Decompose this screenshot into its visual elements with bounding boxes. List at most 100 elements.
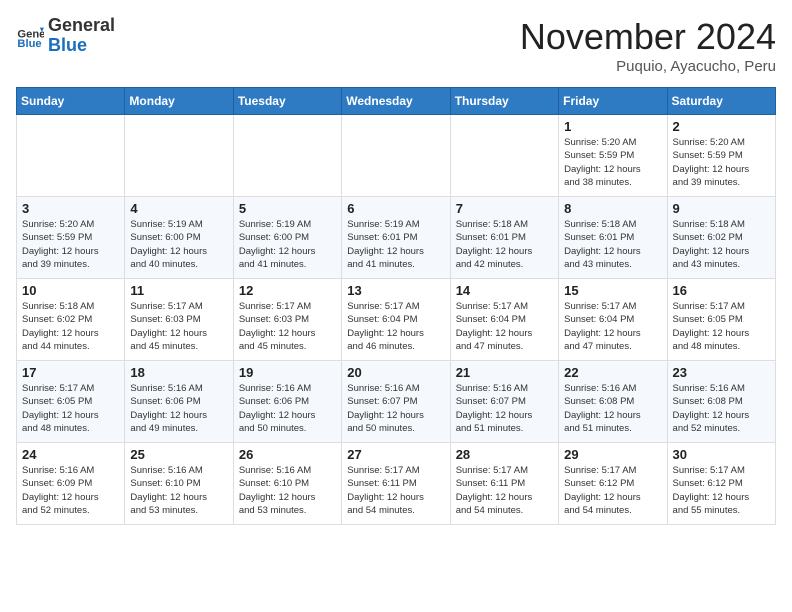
day-info: Sunrise: 5:17 AM Sunset: 6:05 PM Dayligh…	[673, 300, 770, 353]
day-cell: 11 Sunrise: 5:17 AM Sunset: 6:03 PM Dayli…	[125, 279, 233, 361]
weekday-header-monday: Monday	[125, 88, 233, 115]
day-number: 15	[564, 283, 661, 298]
day-info: Sunrise: 5:20 AM Sunset: 5:59 PM Dayligh…	[22, 218, 119, 271]
day-number: 25	[130, 447, 227, 462]
day-cell: 25 Sunrise: 5:16 AM Sunset: 6:10 PM Dayli…	[125, 443, 233, 525]
day-number: 13	[347, 283, 444, 298]
day-number: 6	[347, 201, 444, 216]
day-cell: 15 Sunrise: 5:17 AM Sunset: 6:04 PM Dayli…	[559, 279, 667, 361]
day-info: Sunrise: 5:20 AM Sunset: 5:59 PM Dayligh…	[564, 136, 661, 189]
location-subtitle: Puquio, Ayacucho, Peru	[520, 58, 776, 75]
day-info: Sunrise: 5:17 AM Sunset: 6:12 PM Dayligh…	[673, 464, 770, 517]
day-info: Sunrise: 5:20 AM Sunset: 5:59 PM Dayligh…	[673, 136, 770, 189]
day-cell: 19 Sunrise: 5:16 AM Sunset: 6:06 PM Dayli…	[233, 361, 341, 443]
day-cell: 27 Sunrise: 5:17 AM Sunset: 6:11 PM Dayli…	[342, 443, 450, 525]
day-number: 20	[347, 365, 444, 380]
day-info: Sunrise: 5:18 AM Sunset: 6:01 PM Dayligh…	[564, 218, 661, 271]
day-cell: 14 Sunrise: 5:17 AM Sunset: 6:04 PM Dayli…	[450, 279, 558, 361]
day-info: Sunrise: 5:16 AM Sunset: 6:10 PM Dayligh…	[130, 464, 227, 517]
day-cell	[125, 115, 233, 197]
day-number: 2	[673, 119, 770, 134]
day-number: 14	[456, 283, 553, 298]
day-cell: 7Sunrise: 5:18 AM Sunset: 6:01 PM Daylig…	[450, 197, 558, 279]
day-number: 9	[673, 201, 770, 216]
weekday-header-tuesday: Tuesday	[233, 88, 341, 115]
day-cell: 4 Sunrise: 5:19 AM Sunset: 6:00 PM Daylig…	[125, 197, 233, 279]
day-info: Sunrise: 5:18 AM Sunset: 6:02 PM Dayligh…	[22, 300, 119, 353]
week-row-5: 24 Sunrise: 5:16 AM Sunset: 6:09 PM Dayli…	[17, 443, 776, 525]
day-number: 3	[22, 201, 119, 216]
svg-text:Blue: Blue	[17, 38, 41, 50]
day-cell: 24 Sunrise: 5:16 AM Sunset: 6:09 PM Dayli…	[17, 443, 125, 525]
day-info: Sunrise: 5:16 AM Sunset: 6:07 PM Dayligh…	[347, 382, 444, 435]
day-info: Sunrise: 5:16 AM Sunset: 6:09 PM Dayligh…	[22, 464, 119, 517]
day-number: 8	[564, 201, 661, 216]
day-info: Sunrise: 5:17 AM Sunset: 6:11 PM Dayligh…	[456, 464, 553, 517]
day-info: Sunrise: 5:17 AM Sunset: 6:03 PM Dayligh…	[130, 300, 227, 353]
day-number: 19	[239, 365, 336, 380]
day-info: Sunrise: 5:16 AM Sunset: 6:10 PM Dayligh…	[239, 464, 336, 517]
month-title: November 2024	[520, 16, 776, 58]
day-cell: 5Sunrise: 5:19 AM Sunset: 6:00 PM Daylig…	[233, 197, 341, 279]
day-cell: 29Sunrise: 5:17 AM Sunset: 6:12 PM Dayli…	[559, 443, 667, 525]
day-cell: 2 Sunrise: 5:20 AM Sunset: 5:59 PM Daylig…	[667, 115, 775, 197]
day-info: Sunrise: 5:17 AM Sunset: 6:05 PM Dayligh…	[22, 382, 119, 435]
day-info: Sunrise: 5:17 AM Sunset: 6:03 PM Dayligh…	[239, 300, 336, 353]
day-info: Sunrise: 5:16 AM Sunset: 6:06 PM Dayligh…	[130, 382, 227, 435]
weekday-header-friday: Friday	[559, 88, 667, 115]
day-cell: 6 Sunrise: 5:19 AM Sunset: 6:01 PM Daylig…	[342, 197, 450, 279]
weekday-header-sunday: Sunday	[17, 88, 125, 115]
day-number: 27	[347, 447, 444, 462]
week-row-4: 17 Sunrise: 5:17 AM Sunset: 6:05 PM Dayli…	[17, 361, 776, 443]
weekday-header-row: SundayMondayTuesdayWednesdayThursdayFrid…	[17, 88, 776, 115]
day-info: Sunrise: 5:16 AM Sunset: 6:06 PM Dayligh…	[239, 382, 336, 435]
week-row-3: 10Sunrise: 5:18 AM Sunset: 6:02 PM Dayli…	[17, 279, 776, 361]
day-cell: 12Sunrise: 5:17 AM Sunset: 6:03 PM Dayli…	[233, 279, 341, 361]
day-number: 4	[130, 201, 227, 216]
day-number: 23	[673, 365, 770, 380]
day-number: 16	[673, 283, 770, 298]
title-area: November 2024 Puquio, Ayacucho, Peru	[520, 16, 776, 75]
day-cell: 21Sunrise: 5:16 AM Sunset: 6:07 PM Dayli…	[450, 361, 558, 443]
day-info: Sunrise: 5:19 AM Sunset: 6:01 PM Dayligh…	[347, 218, 444, 271]
day-number: 11	[130, 283, 227, 298]
week-row-2: 3 Sunrise: 5:20 AM Sunset: 5:59 PM Daylig…	[17, 197, 776, 279]
day-cell: 9 Sunrise: 5:18 AM Sunset: 6:02 PM Daylig…	[667, 197, 775, 279]
logo: General Blue General Blue	[16, 16, 115, 56]
day-number: 22	[564, 365, 661, 380]
weekday-header-thursday: Thursday	[450, 88, 558, 115]
logo-icon: General Blue	[16, 22, 44, 50]
day-info: Sunrise: 5:16 AM Sunset: 6:08 PM Dayligh…	[673, 382, 770, 435]
calendar-table: SundayMondayTuesdayWednesdayThursdayFrid…	[16, 87, 776, 525]
day-number: 1	[564, 119, 661, 134]
day-number: 28	[456, 447, 553, 462]
page-header: General Blue General Blue November 2024 …	[16, 16, 776, 75]
day-number: 30	[673, 447, 770, 462]
day-cell	[233, 115, 341, 197]
day-number: 17	[22, 365, 119, 380]
day-info: Sunrise: 5:17 AM Sunset: 6:04 PM Dayligh…	[347, 300, 444, 353]
day-number: 7	[456, 201, 553, 216]
day-info: Sunrise: 5:17 AM Sunset: 6:12 PM Dayligh…	[564, 464, 661, 517]
day-cell	[17, 115, 125, 197]
logo-general: General	[48, 16, 115, 36]
day-cell: 10Sunrise: 5:18 AM Sunset: 6:02 PM Dayli…	[17, 279, 125, 361]
day-number: 21	[456, 365, 553, 380]
day-number: 24	[22, 447, 119, 462]
day-number: 18	[130, 365, 227, 380]
day-cell: 17 Sunrise: 5:17 AM Sunset: 6:05 PM Dayli…	[17, 361, 125, 443]
day-cell: 30 Sunrise: 5:17 AM Sunset: 6:12 PM Dayli…	[667, 443, 775, 525]
week-row-1: 1 Sunrise: 5:20 AM Sunset: 5:59 PM Daylig…	[17, 115, 776, 197]
day-info: Sunrise: 5:17 AM Sunset: 6:04 PM Dayligh…	[456, 300, 553, 353]
day-cell: 20 Sunrise: 5:16 AM Sunset: 6:07 PM Dayli…	[342, 361, 450, 443]
day-cell: 23 Sunrise: 5:16 AM Sunset: 6:08 PM Dayli…	[667, 361, 775, 443]
day-info: Sunrise: 5:18 AM Sunset: 6:02 PM Dayligh…	[673, 218, 770, 271]
day-cell: 26 Sunrise: 5:16 AM Sunset: 6:10 PM Dayli…	[233, 443, 341, 525]
day-info: Sunrise: 5:16 AM Sunset: 6:08 PM Dayligh…	[564, 382, 661, 435]
day-info: Sunrise: 5:19 AM Sunset: 6:00 PM Dayligh…	[130, 218, 227, 271]
day-number: 26	[239, 447, 336, 462]
day-cell: 22 Sunrise: 5:16 AM Sunset: 6:08 PM Dayli…	[559, 361, 667, 443]
day-info: Sunrise: 5:17 AM Sunset: 6:04 PM Dayligh…	[564, 300, 661, 353]
day-cell: 28 Sunrise: 5:17 AM Sunset: 6:11 PM Dayli…	[450, 443, 558, 525]
day-info: Sunrise: 5:17 AM Sunset: 6:11 PM Dayligh…	[347, 464, 444, 517]
